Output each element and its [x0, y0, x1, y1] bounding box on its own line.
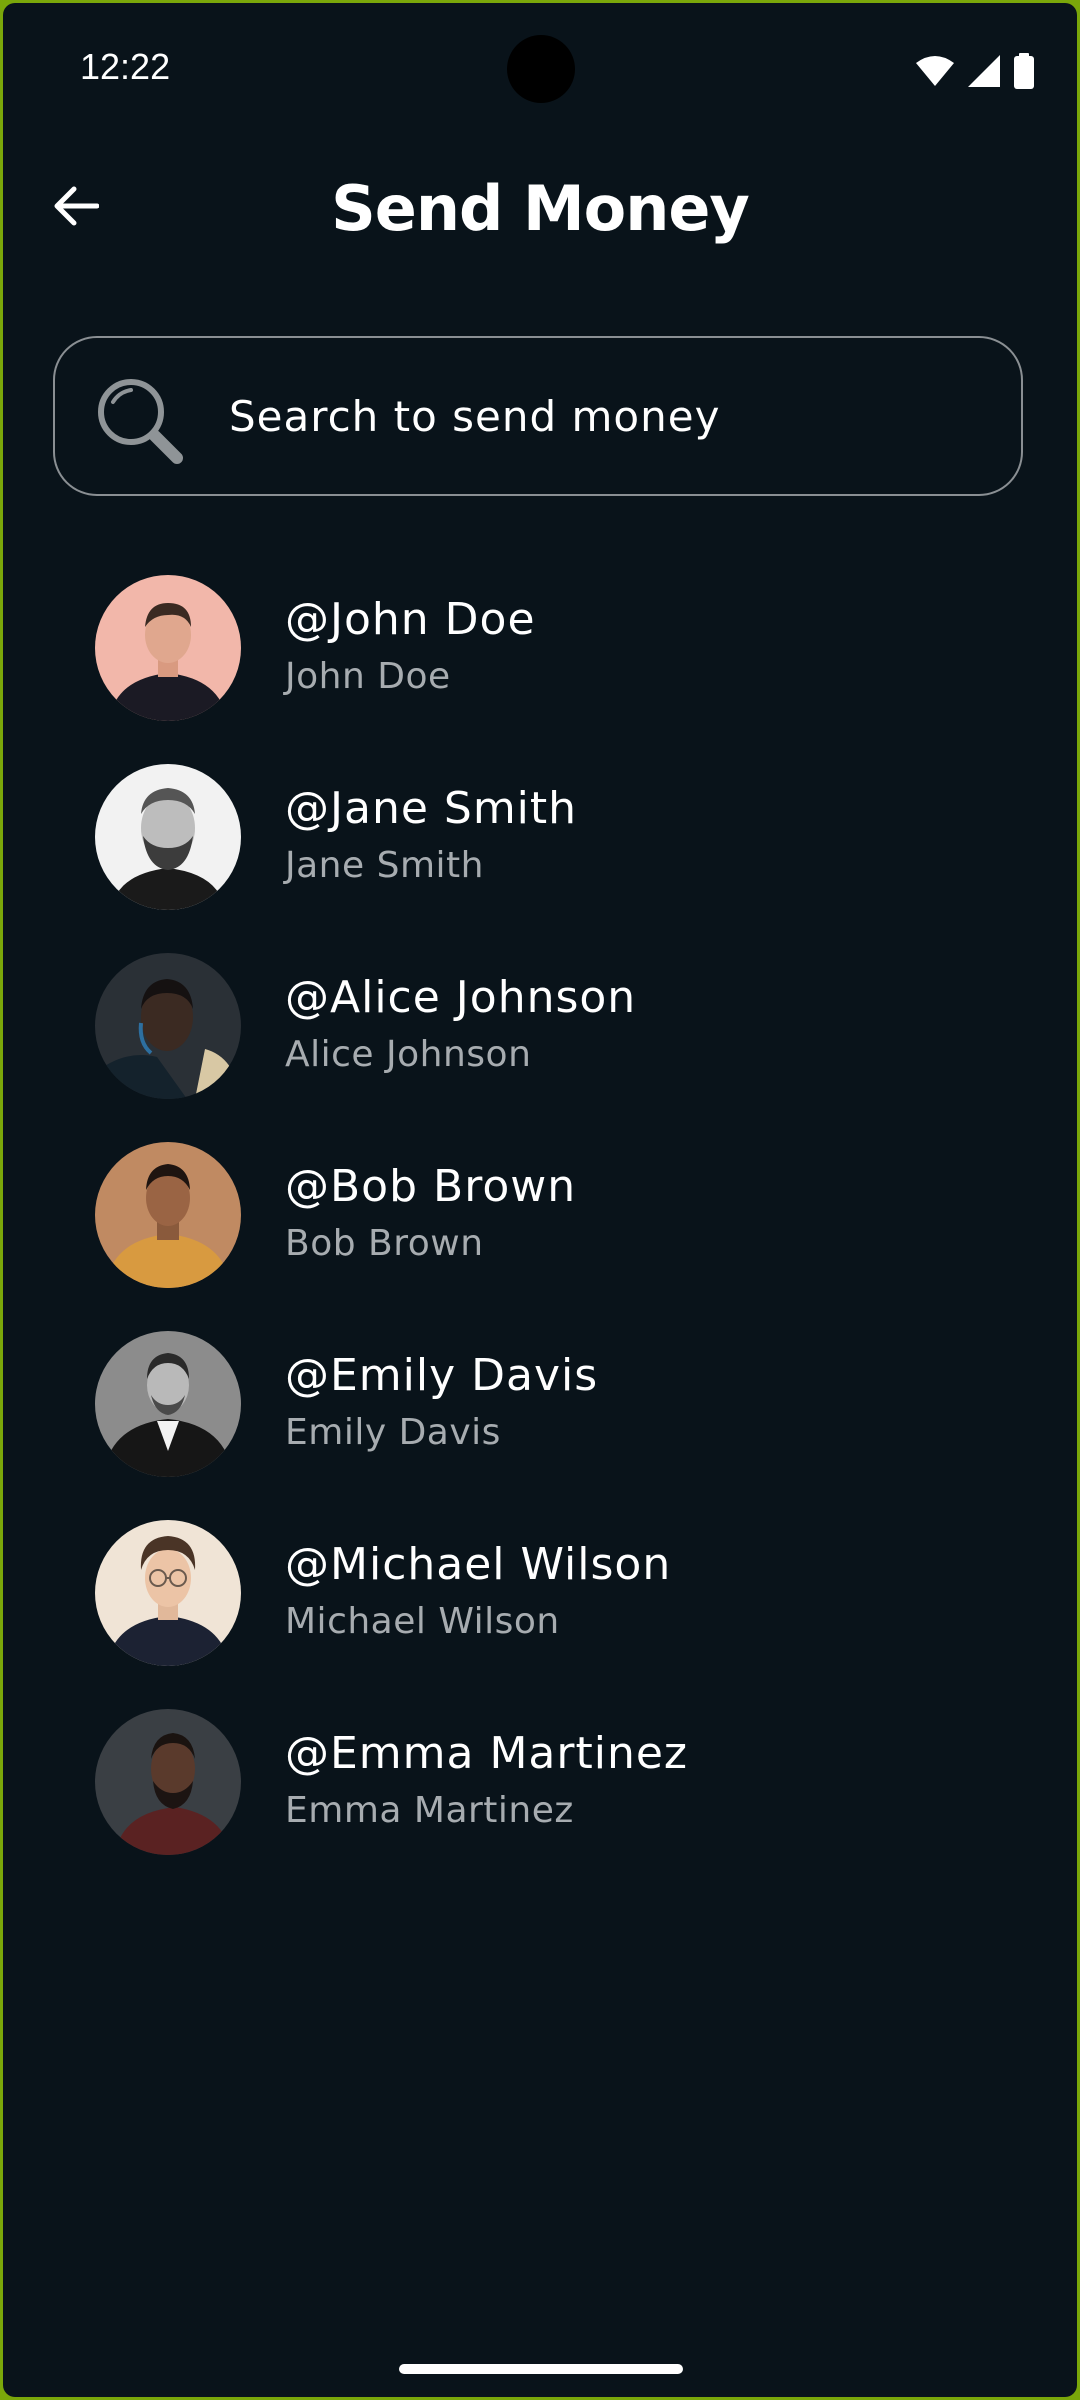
contact-name: Bob Brown	[285, 1223, 484, 1264]
camera-cutout	[507, 35, 575, 103]
contact-name: Emily Davis	[285, 1412, 501, 1453]
avatar	[95, 953, 241, 1099]
contact-handle: @Emily Davis	[285, 1350, 599, 1401]
contact-handle: @Emma Martinez	[285, 1728, 689, 1779]
status-time: 12:22	[80, 46, 171, 87]
contact-row-alice-johnson[interactable]: @Alice Johnson Alice Johnson	[3, 947, 1077, 1136]
status-icons	[915, 53, 1035, 93]
contact-row-emily-davis[interactable]: @Emily Davis Emily Davis	[3, 1325, 1077, 1514]
contact-handle: @Jane Smith	[285, 783, 578, 834]
search-icon	[93, 374, 185, 466]
avatar	[95, 1520, 241, 1666]
contact-name: John Doe	[285, 656, 451, 697]
search-bar[interactable]	[53, 336, 1023, 496]
contact-row-john-doe[interactable]: @John Doe John Doe	[3, 569, 1077, 758]
contact-name: Michael Wilson	[285, 1601, 560, 1642]
page-title: Send Money	[331, 172, 750, 245]
wifi-icon	[915, 55, 955, 91]
contact-name: Jane Smith	[285, 845, 484, 886]
contact-handle: @Michael Wilson	[285, 1539, 672, 1590]
contact-row-emma-martinez[interactable]: @Emma Martinez Emma Martinez	[3, 1703, 1077, 1892]
contact-handle: @Bob Brown	[285, 1161, 577, 1212]
avatar	[95, 575, 241, 721]
signal-icon	[967, 54, 1001, 92]
contact-name: Alice Johnson	[285, 1034, 532, 1075]
contact-row-bob-brown[interactable]: @Bob Brown Bob Brown	[3, 1136, 1077, 1325]
avatar	[95, 1331, 241, 1477]
contact-name: Emma Martinez	[285, 1790, 574, 1831]
contact-handle: @Alice Johnson	[285, 972, 637, 1023]
home-indicator[interactable]	[399, 2364, 683, 2374]
avatar	[95, 764, 241, 910]
contact-row-michael-wilson[interactable]: @Michael Wilson Michael Wilson	[3, 1514, 1077, 1703]
search-input[interactable]	[229, 378, 989, 454]
avatar	[95, 1709, 241, 1855]
app-screen: 12:22 Send Money Search to send money @J…	[3, 3, 1077, 2397]
contact-list: @John Doe John Doe @Jane Smith Jane Smit…	[3, 569, 1077, 1892]
contact-handle: @John Doe	[285, 594, 536, 645]
battery-icon	[1013, 53, 1035, 93]
contact-row-jane-smith[interactable]: @Jane Smith Jane Smith	[3, 758, 1077, 947]
avatar	[95, 1142, 241, 1288]
